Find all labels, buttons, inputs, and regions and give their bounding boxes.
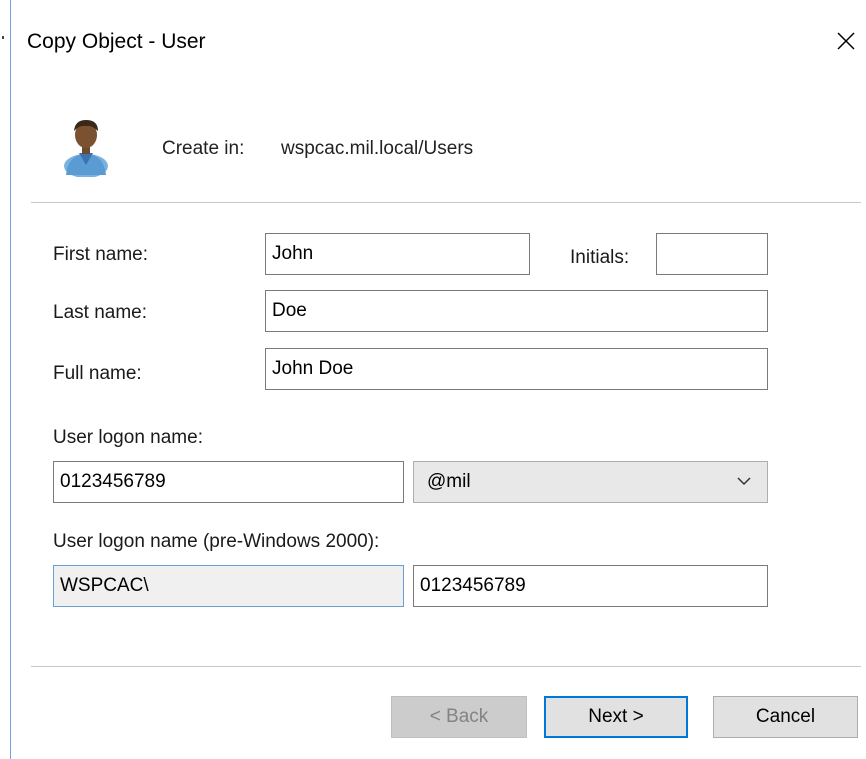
full-name-label: Full name: (53, 363, 142, 384)
last-name-label: Last name: (53, 302, 147, 323)
pre2000-label: User logon name (pre-Windows 2000): (53, 531, 380, 552)
initials-input[interactable] (656, 233, 768, 275)
next-button[interactable]: Next > (544, 696, 688, 738)
close-button[interactable] (829, 24, 863, 58)
cancel-button[interactable]: Cancel (713, 696, 858, 738)
logon-name-label: User logon name: (53, 427, 203, 448)
upn-suffix-dropdown[interactable]: @mil (413, 461, 768, 503)
title-bar[interactable]: Copy Object - User (11, 0, 866, 84)
chevron-down-icon (737, 477, 751, 486)
create-in-path: wspcac.mil.local/Users (281, 138, 474, 159)
copy-object-user-dialog: Copy Object - User Create in: wspcac.mil… (10, 0, 866, 759)
window-title: Copy Object - User (27, 30, 206, 53)
pre2000-domain-field (53, 565, 404, 607)
close-icon (837, 32, 855, 50)
logon-name-input[interactable] (53, 461, 404, 503)
pre2000-logon-input[interactable] (413, 565, 768, 607)
stray-mark (2, 36, 4, 39)
header-divider (31, 202, 861, 203)
create-in-label: Create in: (162, 138, 245, 159)
full-name-input[interactable] (265, 348, 768, 390)
first-name-label: First name: (53, 244, 149, 265)
user-icon (64, 120, 108, 177)
initials-label: Initials: (570, 247, 630, 268)
back-button[interactable]: < Back (391, 696, 527, 738)
footer-divider (31, 666, 861, 667)
first-name-input[interactable] (265, 233, 530, 275)
upn-suffix-value: @mil (427, 471, 471, 492)
last-name-input[interactable] (265, 290, 768, 332)
